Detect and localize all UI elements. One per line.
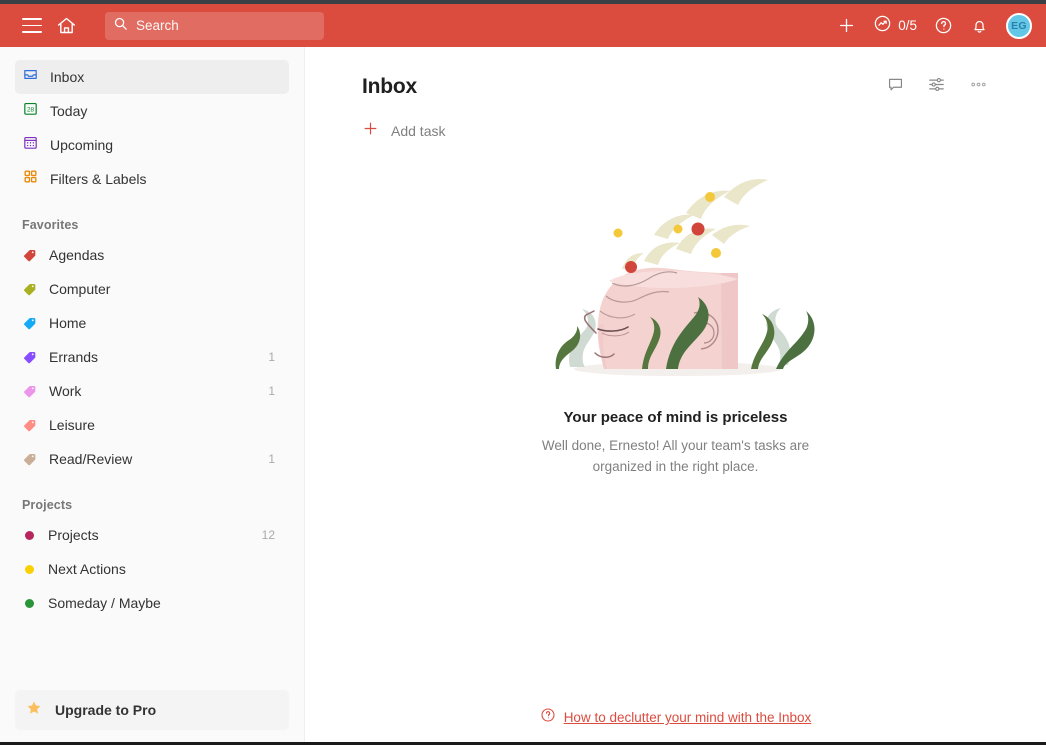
sidebar: Inbox 28 Today Upcoming Filters & Labels… bbox=[0, 47, 305, 745]
sidebar-item-count: 12 bbox=[261, 528, 275, 542]
main-content: Inbox Add task Your peace of mind is pri… bbox=[305, 47, 1046, 745]
sidebar-item-projects[interactable]: Projects 12 bbox=[15, 518, 289, 552]
sidebar-item-label: Read/Review bbox=[49, 451, 133, 467]
sidebar-item-agendas[interactable]: Agendas bbox=[15, 238, 289, 272]
sidebar-item-today[interactable]: 28 Today bbox=[15, 94, 289, 128]
sidebar-nav-list: Inbox 28 Today Upcoming Filters & Labels bbox=[0, 60, 304, 196]
sidebar-item-label: Computer bbox=[49, 281, 111, 297]
bell-icon[interactable] bbox=[970, 16, 989, 35]
sidebar-item-count: 1 bbox=[268, 452, 275, 466]
sidebar-item-label: Upcoming bbox=[50, 137, 114, 153]
sidebar-item-count: 1 bbox=[268, 350, 275, 364]
help-link[interactable]: How to declutter your mind with the Inbo… bbox=[305, 707, 1046, 728]
empty-state-subtitle: Well done, Ernesto! All your team's task… bbox=[541, 438, 810, 474]
sidebar-item-label: Errands bbox=[49, 349, 99, 365]
label-tag-icon bbox=[22, 383, 38, 399]
sidebar-item-label: Today bbox=[50, 103, 88, 119]
question-mark-icon[interactable] bbox=[934, 16, 953, 35]
upgrade-to-pro-label: Upgrade to Pro bbox=[55, 702, 157, 718]
search-input[interactable]: Search bbox=[105, 11, 324, 40]
help-link-label: How to declutter your mind with the Inbo… bbox=[563, 710, 812, 725]
label-tag-icon bbox=[22, 349, 38, 365]
sidebar-item-upcoming[interactable]: Upcoming bbox=[15, 128, 289, 162]
inbox-icon bbox=[22, 66, 39, 88]
header-right-group: 0/5 EG bbox=[837, 12, 1032, 39]
avatar-initials: EG bbox=[1011, 19, 1027, 32]
sidebar-item-someday-maybe[interactable]: Someday / Maybe bbox=[15, 586, 289, 620]
sidebar-item-next-actions[interactable]: Next Actions bbox=[15, 552, 289, 586]
sidebar-item-computer[interactable]: Computer bbox=[15, 272, 289, 306]
productivity-count: 0/5 bbox=[898, 18, 917, 33]
upcoming-calendar-icon bbox=[22, 134, 39, 156]
hamburger-icon[interactable] bbox=[22, 18, 42, 33]
view-options-icon[interactable] bbox=[927, 75, 946, 99]
project-dot-icon bbox=[25, 564, 34, 574]
label-tag-icon bbox=[22, 281, 38, 297]
projects-list: Projects 12 Next Actions Someday / Maybe bbox=[0, 518, 304, 620]
projects-heading: Projects bbox=[22, 498, 73, 512]
label-tag-icon bbox=[22, 451, 38, 467]
sidebar-item-label: Home bbox=[49, 315, 87, 331]
sidebar-item-label: Agendas bbox=[49, 247, 105, 263]
sidebar-item-label: Projects bbox=[48, 527, 99, 543]
sidebar-item-label: Leisure bbox=[49, 417, 95, 433]
main-header-actions bbox=[886, 75, 989, 99]
add-task-button[interactable]: Add task bbox=[362, 119, 989, 143]
search-icon bbox=[113, 16, 128, 36]
sidebar-item-filters-labels[interactable]: Filters & Labels bbox=[15, 162, 289, 196]
more-options-icon[interactable] bbox=[968, 75, 989, 99]
productivity-button[interactable]: 0/5 bbox=[873, 14, 917, 38]
peace-of-mind-head-illustration bbox=[526, 157, 826, 397]
favorites-list: Agendas Computer Home Errands 1 Work 1 L… bbox=[0, 238, 304, 476]
sidebar-item-label: Inbox bbox=[50, 69, 85, 85]
empty-state: Your peace of mind is priceless Well don… bbox=[362, 157, 989, 477]
label-tag-icon bbox=[22, 315, 38, 331]
sidebar-item-label: Work bbox=[49, 383, 82, 399]
app-body: Inbox 28 Today Upcoming Filters & Labels… bbox=[0, 47, 1046, 745]
add-task-label: Add task bbox=[391, 123, 446, 139]
todoist-app-window: Search 0/5 EG Inbox 28 Today Upcoming Fi… bbox=[0, 0, 1046, 745]
svg-text:28: 28 bbox=[27, 106, 35, 113]
productivity-chart-icon bbox=[873, 14, 892, 38]
search-placeholder: Search bbox=[136, 18, 179, 33]
project-dot-icon bbox=[25, 598, 34, 608]
sidebar-item-leisure[interactable]: Leisure bbox=[15, 408, 289, 442]
main-header: Inbox bbox=[362, 47, 989, 99]
sidebar-item-label: Someday / Maybe bbox=[48, 595, 161, 611]
today-calendar-icon: 28 bbox=[22, 100, 39, 122]
star-icon bbox=[25, 699, 43, 722]
home-icon[interactable] bbox=[56, 15, 77, 36]
plus-icon[interactable] bbox=[837, 16, 856, 35]
favorites-heading: Favorites bbox=[22, 218, 79, 232]
sidebar-item-count: 1 bbox=[268, 384, 275, 398]
plus-icon bbox=[362, 120, 379, 142]
comments-icon[interactable] bbox=[886, 75, 905, 99]
page-title: Inbox bbox=[362, 75, 417, 98]
project-dot-icon bbox=[25, 530, 34, 540]
upgrade-to-pro-button[interactable]: Upgrade to Pro bbox=[15, 690, 289, 730]
top-header-bar: Search 0/5 EG bbox=[0, 4, 1046, 47]
sidebar-item-home[interactable]: Home bbox=[15, 306, 289, 340]
sidebar-item-errands[interactable]: Errands 1 bbox=[15, 340, 289, 374]
label-tag-icon bbox=[22, 417, 38, 433]
header-left-group: Search bbox=[22, 11, 324, 40]
sidebar-item-read-review[interactable]: Read/Review 1 bbox=[15, 442, 289, 476]
sidebar-item-label: Filters & Labels bbox=[50, 171, 147, 187]
sidebar-item-label: Next Actions bbox=[48, 561, 126, 577]
label-tag-icon bbox=[22, 247, 38, 263]
sidebar-item-work[interactable]: Work 1 bbox=[15, 374, 289, 408]
empty-state-title: Your peace of mind is priceless bbox=[563, 409, 788, 426]
filters-labels-icon bbox=[22, 168, 39, 190]
question-mark-icon bbox=[540, 707, 556, 728]
sidebar-item-inbox[interactable]: Inbox bbox=[15, 60, 289, 94]
avatar[interactable]: EG bbox=[1006, 12, 1032, 39]
